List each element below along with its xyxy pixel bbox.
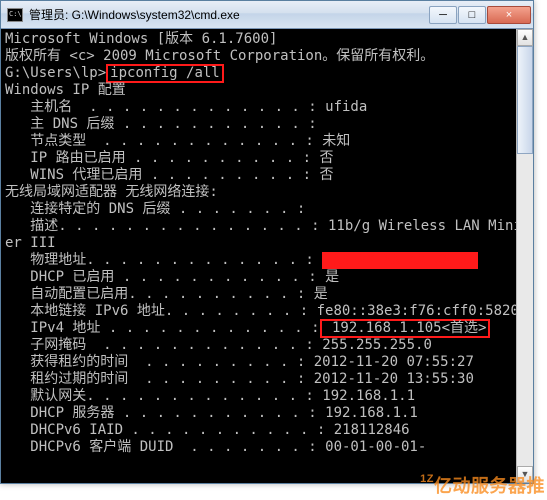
output-line: IPv4 地址 . . . . . . . . . . . . : 192.16… [5, 320, 529, 337]
field-value: 11b/g Wireless LAN Mini PCI Ex [320, 218, 533, 234]
scroll-track[interactable] [517, 46, 533, 466]
output-line: 本地链接 IPv6 地址. . . . . . . . : fe80::38e3… [5, 303, 529, 320]
field-label: IP 路由已启用 . . . . . . . . . . : [5, 150, 311, 166]
field-label: 描述. . . . . . . . . . . . . . . : [5, 218, 320, 234]
output-line: 版权所有 <c> 2009 Microsoft Corporation。保留所有… [5, 48, 529, 65]
field-label: 自动配置已启用. . . . . . . . . . : [5, 286, 305, 302]
cmd-window: 管理员: G:\Windows\system32\cmd.exe ─ □ × M… [0, 0, 534, 484]
output-line: 节点类型 . . . . . . . . . . . . : 未知 [5, 133, 529, 150]
field-label: DHCP 已启用 . . . . . . . . . . . : [5, 269, 317, 285]
output-line: 连接特定的 DNS 后缀 . . . . . . . : [5, 201, 529, 218]
cmd-icon [7, 8, 23, 22]
window-title: 管理员: G:\Windows\system32\cmd.exe [29, 6, 428, 23]
field-value: 218112846 [325, 422, 409, 438]
field-value: 192.168.1.1 [314, 388, 415, 404]
output-line: 默认网关. . . . . . . . . . . . . : 192.168.… [5, 388, 529, 405]
output-line: Windows IP 配置 [5, 82, 529, 99]
field-label: 主机名 . . . . . . . . . . . . . : [5, 99, 317, 115]
window-controls: ─ □ × [428, 6, 531, 24]
terminal-output[interactable]: Microsoft Windows [版本 6.1.7600]版权所有 <c> … [1, 29, 533, 483]
output-line: DHCPv6 IAID . . . . . . . . . . . : 2181… [5, 422, 529, 439]
field-label: IPv4 地址 . . . . . . . . . . . . : [5, 320, 320, 336]
field-value: 2012-11-20 07:55:27 [305, 354, 474, 370]
field-label: DHCPv6 IAID . . . . . . . . . . . : [5, 422, 325, 438]
field-value: 未知 [314, 133, 350, 149]
output-line: WINS 代理已启用 . . . . . . . . . : 否 [5, 167, 529, 184]
vertical-scrollbar[interactable]: ▲ ▼ [516, 29, 533, 483]
output-line: 获得租约的时间 . . . . . . . . . : 2012-11-20 0… [5, 354, 529, 371]
output-line: 主 DNS 后缀 . . . . . . . . . . . : [5, 116, 529, 133]
minimize-button[interactable]: ─ [429, 6, 457, 24]
field-value: 否 [311, 150, 333, 166]
scroll-down-button[interactable]: ▼ [517, 466, 533, 483]
field-value: 00-01-00-01- [317, 439, 427, 455]
field-label: 物理地址. . . . . . . . . . . . . : [5, 252, 314, 268]
highlighted-ipv4-address: 192.168.1.105<首选> [320, 319, 491, 338]
field-value: 是 [305, 286, 327, 302]
field-label: 租约过期的时间 . . . . . . . . . : [5, 371, 305, 387]
output-line: 子网掩码 . . . . . . . . . . . . : 255.255.2… [5, 337, 529, 354]
maximize-button[interactable]: □ [458, 6, 486, 24]
field-label: WINS 代理已启用 . . . . . . . . . : [5, 167, 311, 183]
output-line: 主机名 . . . . . . . . . . . . . : ufida [5, 99, 529, 116]
field-label: 默认网关. . . . . . . . . . . . . : [5, 388, 314, 404]
output-line: 描述. . . . . . . . . . . . . . . : 11b/g … [5, 218, 529, 235]
output-line: IP 路由已启用 . . . . . . . . . . : 否 [5, 150, 529, 167]
redacted-mac-address: XX-XX-XX-XX-XX-XX [322, 252, 478, 269]
field-label: 节点类型 . . . . . . . . . . . . : [5, 133, 314, 149]
field-label: 本地链接 IPv6 地址. . . . . . . . : [5, 303, 308, 319]
output-line: 自动配置已启用. . . . . . . . . . : 是 [5, 286, 529, 303]
field-label: DHCP 服务器 . . . . . . . . . . . : [5, 405, 317, 421]
output-line: 租约过期的时间 . . . . . . . . . : 2012-11-20 1… [5, 371, 529, 388]
highlighted-command: ipconfig /all [106, 64, 224, 83]
field-value: fe80::38e3:f76:cff0:5820%13<首 [308, 303, 533, 319]
field-label: 连接特定的 DNS 后缀 . . . . . . . : [5, 201, 305, 217]
field-label: 主 DNS 后缀 . . . . . . . . . . . : [5, 116, 317, 132]
output-line: DHCP 服务器 . . . . . . . . . . . : 192.168… [5, 405, 529, 422]
output-line: Microsoft Windows [版本 6.1.7600] [5, 31, 529, 48]
output-line: DHCP 已启用 . . . . . . . . . . . : 是 [5, 269, 529, 286]
scroll-thumb[interactable] [517, 46, 533, 154]
field-value: 是 [317, 269, 339, 285]
close-button[interactable]: × [487, 6, 531, 24]
field-label: 获得租约的时间 . . . . . . . . . : [5, 354, 305, 370]
field-value: 255.255.255.0 [314, 337, 432, 353]
field-label: DHCPv6 客户端 DUID . . . . . . . : [5, 439, 317, 455]
output-line: 物理地址. . . . . . . . . . . . . : XX-XX-XX… [5, 252, 529, 269]
field-value: 2012-11-20 13:55:30 [305, 371, 474, 387]
output-line: 无线局域网适配器 无线网络连接: [5, 184, 529, 201]
titlebar[interactable]: 管理员: G:\Windows\system32\cmd.exe ─ □ × [1, 1, 533, 29]
field-value: 否 [311, 167, 333, 183]
output-line: G:\Users\lp>ipconfig /all [5, 65, 529, 82]
output-line: er III [5, 235, 529, 252]
field-label: 子网掩码 . . . . . . . . . . . . : [5, 337, 314, 353]
field-value: 192.168.1.1 [317, 405, 418, 421]
field-value: ufida [317, 99, 368, 115]
output-line: DHCPv6 客户端 DUID . . . . . . . : 00-01-00… [5, 439, 529, 456]
prompt: G:\Users\lp> [5, 65, 106, 81]
scroll-up-button[interactable]: ▲ [517, 29, 533, 46]
